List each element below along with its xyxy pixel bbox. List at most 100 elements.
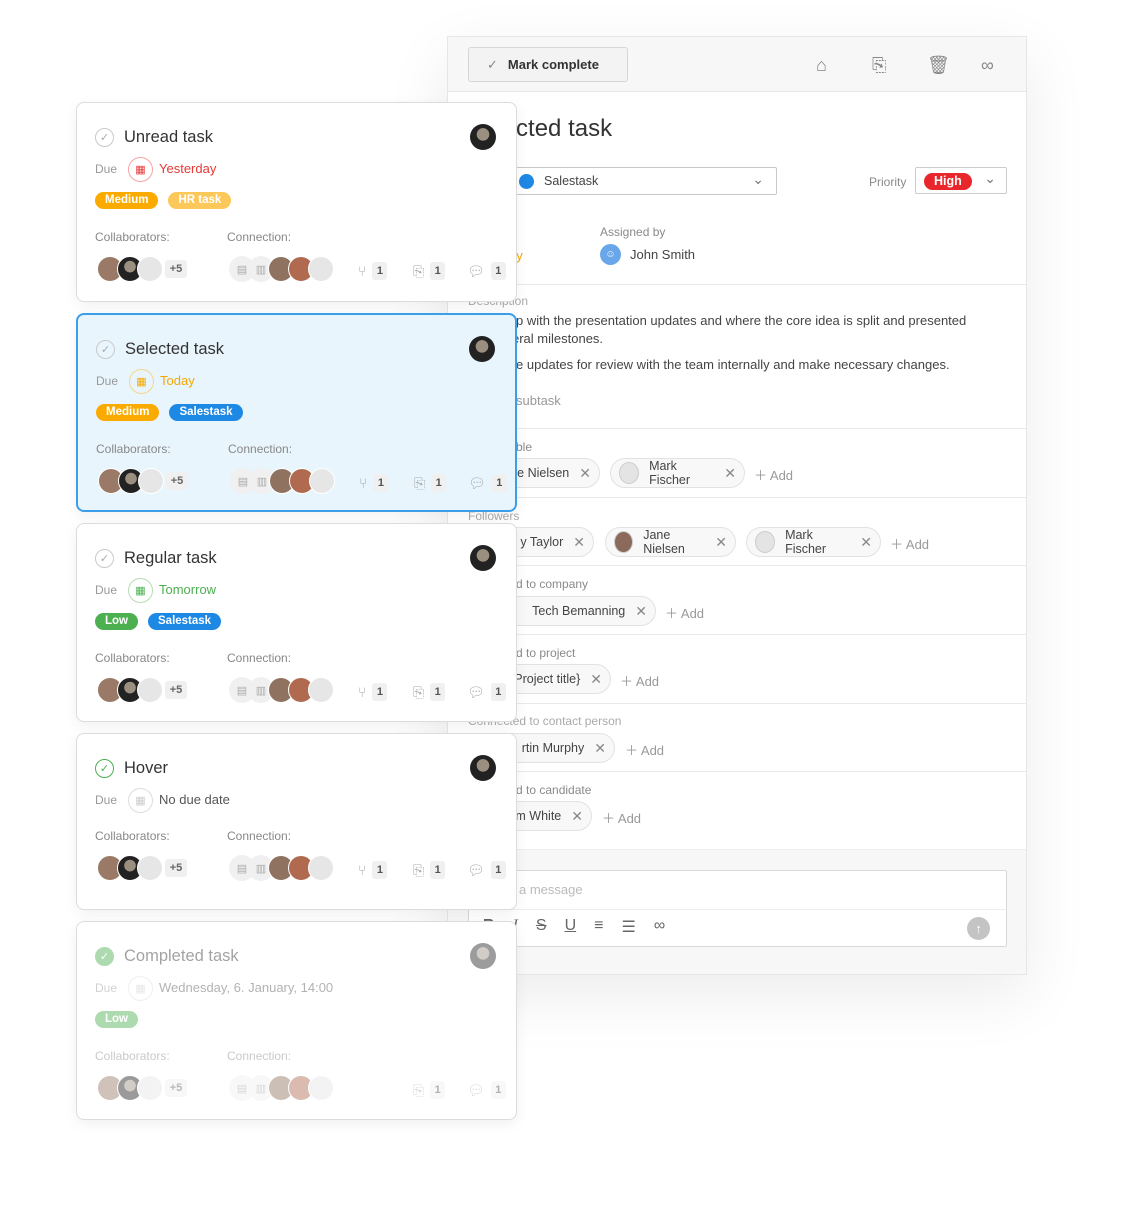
complete-checkbox[interactable]: ✓ [95,549,114,568]
paperclip-icon: ⎘ [413,861,425,878]
complete-checkbox[interactable]: ✓ [95,947,114,966]
owner-avatar [470,755,496,781]
remove-icon[interactable]: ✕ [860,534,872,551]
tag-icon[interactable]: ⌂ [816,55,827,76]
attachments-counter[interactable]: ⎘ 1 [413,683,446,701]
more-collaborators[interactable]: +5 [165,1079,187,1097]
task-title: Regular task [124,549,217,567]
calendar-icon: ▦ [128,157,153,182]
add-contact-button[interactable]: ＋ Add [625,740,664,759]
owner-avatar [470,545,496,571]
connection-avatar [308,256,334,282]
due-date: Wednesday, 6. January, 14:00 [159,980,334,995]
remove-icon[interactable]: ✕ [590,671,602,688]
complete-checkbox[interactable]: ✓ [95,759,114,778]
owner-avatar [469,336,495,362]
attachments-counter[interactable]: ⎘ 1 [413,861,446,879]
add-company-button[interactable]: ＋ Add [665,603,704,622]
task-title: Completed task [124,947,239,965]
card-footer: +5 ▤ ▥ ⎘ 1 💬︎ 1 [95,1075,506,1103]
task-card[interactable]: ✓ Completed task Due ▦ Wednesday, 6. Jan… [76,921,517,1120]
add-subtask-button[interactable]: subtask [516,393,561,408]
remove-icon[interactable]: ✕ [573,534,585,551]
remove-icon[interactable]: ✕ [579,465,591,482]
paperclip-icon: ⎘ [413,683,425,700]
connection-avatar [308,855,334,881]
task-card[interactable]: ✓ Regular task Due ▦ Tomorrow Low Salesta… [76,523,517,722]
branch-icon: ⑂ [358,862,367,878]
tag-badge: Low [95,1011,138,1028]
add-follower-button[interactable]: ＋ Add [890,534,929,553]
tag-badge: HR task [168,192,232,209]
task-title: Unread task [124,128,213,146]
follower-chip[interactable]: Mark Fischer ✕ [746,527,881,557]
comments-counter[interactable]: 💬︎ 1 [467,683,506,701]
tag-list: Medium HR task [95,192,232,209]
comments-counter[interactable]: 💬︎ 1 [468,474,507,492]
tag-list: Low Salestask [95,613,222,630]
add-responsible-button[interactable]: ＋ Add [754,465,793,484]
remove-icon[interactable]: ✕ [724,465,736,482]
underline-icon[interactable]: U [565,917,577,937]
subtasks-counter[interactable]: ⑂ 1 [358,262,388,280]
link-icon[interactable]: ∞ [981,55,994,76]
due-date: Yesterday [159,161,217,176]
avatar [755,531,776,553]
remove-icon[interactable]: ✕ [635,603,647,620]
complete-checkbox[interactable]: ✓ [95,128,114,147]
comments-counter[interactable]: 💬︎ 1 [467,1081,506,1099]
attachments-counter[interactable]: ⎘ 1 [414,474,447,492]
bullet-list-icon[interactable]: ☰ [621,917,635,937]
type-color-dot [519,174,534,189]
branch-icon: ⑂ [358,263,367,279]
message-input[interactable]: a message [519,882,583,897]
subtasks-counter[interactable]: ⑂ 1 [358,861,388,879]
priority-dropdown[interactable]: High ⌄ [915,167,1007,194]
comments-counter[interactable]: 💬︎ 1 [467,861,506,879]
comments-counter[interactable]: 💬︎ 1 [467,262,506,280]
task-card[interactable]: ✓ Selected task Due ▦ Today Medium Salest… [76,313,517,512]
task-card[interactable]: ✓ Hover Due ▦ No due date Collaborators:… [76,733,517,910]
calendar-icon: ▦ [129,369,154,394]
subtasks-counter[interactable]: ⑂ 1 [358,683,388,701]
card-footer: +5 ▤ ▥ ⑂ 1 ⎘ 1 💬︎ 1 [95,677,506,705]
task-card[interactable]: ✓ Unread task Due ▦ Yesterday Medium HR t… [76,102,517,302]
trash-icon[interactable]: 🗑 [927,55,950,76]
paperclip-icon[interactable]: ⎘ [872,55,886,76]
calendar-icon: ▦ [128,788,153,813]
collaborator-avatar [137,1075,163,1101]
follower-chip[interactable]: Jane Nielsen ✕ [605,527,736,557]
chevron-down-icon: ⌄ [984,170,996,186]
more-collaborators[interactable]: +5 [165,260,187,278]
due-date: Today [160,373,195,388]
collaborator-avatar [137,677,163,703]
link-icon[interactable]: ∞ [654,917,665,937]
subtasks-counter[interactable]: ⑂ 1 [359,474,389,492]
more-collaborators[interactable]: +5 [165,859,187,877]
mark-complete-button[interactable]: ✓ Mark complete [468,47,628,82]
complete-checkbox[interactable]: ✓ [96,340,115,359]
avatar [614,531,634,553]
more-collaborators[interactable]: +5 [166,472,188,490]
avatar [619,462,640,484]
attachments-counter[interactable]: ⎘ 1 [413,1081,446,1099]
send-icon[interactable]: ↑ [967,917,990,940]
message-editor[interactable]: a message B I S U ≡ ☰ ∞ ↑ [468,870,1007,947]
attachments-counter[interactable]: ⎘ 1 [413,262,446,280]
collaborator-avatar [138,468,164,494]
paperclip-icon: ⎘ [413,262,425,279]
card-footer: +5 ▤ ▥ ⑂ 1 ⎘ 1 💬︎ 1 [95,256,506,284]
strikethrough-icon[interactable]: S [536,917,547,937]
tag-badge: Salestask [148,613,222,630]
add-project-button[interactable]: ＋ Add [620,671,659,690]
collaborator-avatar [137,256,163,282]
remove-icon[interactable]: ✕ [571,808,583,825]
remove-icon[interactable]: ✕ [594,740,606,757]
more-collaborators[interactable]: +5 [165,681,187,699]
due-date: No due date [159,792,230,807]
ordered-list-icon[interactable]: ≡ [594,917,603,937]
task-title: Selected task [125,340,225,358]
add-candidate-button[interactable]: ＋ Add [602,808,641,827]
remove-icon[interactable]: ✕ [715,534,727,551]
responsible-chip[interactable]: Mark Fischer ✕ [610,458,745,488]
